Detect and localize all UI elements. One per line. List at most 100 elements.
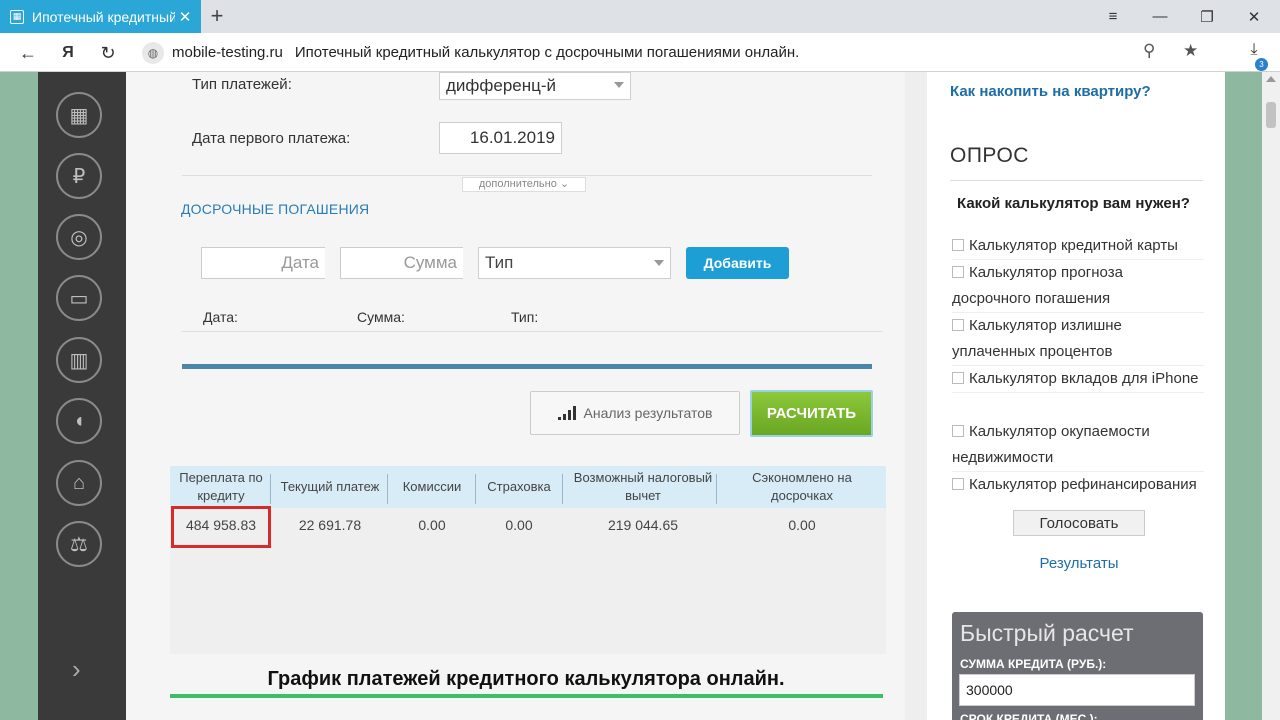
new-tab-icon[interactable]: + [206,3,228,29]
value-saved-early: 0.00 [788,517,816,533]
page-viewport: ▦ ₽ ◎ ▭ ▥ ◖ ⌂ ⚖ › Тип платежей: дифферен… [0,72,1280,720]
header-separator [387,474,388,504]
divider [950,180,1203,181]
extra-options-toggle[interactable]: дополнительно ⌄ [462,177,586,192]
poll-option-label: Калькулятор кредитной карты [969,237,1178,254]
loan-sum-label: СУММА КРЕДИТА (РУБ.): [960,657,1107,671]
icon-sidebar: ▦ ₽ ◎ ▭ ▥ ◖ ⌂ ⚖ › [38,72,126,720]
value-tax-deduction: 219 044.65 [607,517,679,533]
restore-icon[interactable]: ❐ [1184,0,1230,33]
poll-title: ОПРОС [950,144,1029,167]
checkbox[interactable] [952,319,964,331]
header-saved-early: Сэкономлено на досрочках [752,470,852,503]
checkbox[interactable] [952,239,964,251]
early-sum-input[interactable]: Сумма [340,247,463,279]
results-table: Переплата по кредиту Текущий платеж Коми… [170,466,886,654]
poll-option-label: Калькулятор рефинансирования [969,476,1197,493]
scales-icon[interactable]: ⚖ [56,521,102,567]
reload-icon[interactable]: ↻ [96,41,120,65]
back-icon[interactable]: ← [16,41,40,65]
coins-icon[interactable]: ◎ [56,214,102,260]
first-payment-label: Дата первого платежа: [192,130,351,147]
chevron-right-icon[interactable]: › [72,654,81,685]
bank-icon[interactable]: ⌂ [56,460,102,506]
results-header-row: Переплата по кредиту Текущий платеж Коми… [170,466,886,508]
page-margin-left [0,72,38,720]
header-separator [716,474,717,504]
tab-bar: ▦ Ипотечный кредитный ✕ + ≡ — ❐ ✕ [0,0,1280,33]
minimize-icon[interactable]: — [1137,0,1183,33]
chart-down-icon[interactable]: ▥ [56,337,102,383]
globe-icon: ◍ [142,41,164,64]
poll-option-label: Калькулятор прогноза досрочного погашени… [952,264,1123,307]
poll-results-link[interactable]: Результаты [927,555,1231,572]
chevron-down-icon [614,82,624,88]
poll-option[interactable]: Калькулятор кредитной карты [952,233,1204,260]
header-insurance: Страховка [487,479,551,494]
early-date-input[interactable]: Дата [201,247,325,279]
page-margin-right [1225,72,1262,720]
quick-calc-title: Быстрый расчет [960,620,1134,646]
calculator-icon[interactable]: ▦ [56,92,102,138]
downloads-icon[interactable]: ⤓ 3 [1240,41,1268,71]
ruble-hand-icon[interactable]: ₽ [56,153,102,199]
header-commissions: Комиссии [402,479,462,494]
scroll-up-icon[interactable] [1266,76,1276,82]
right-sidebar: Как накопить на квартиру? ОПРОС Какой ка… [927,72,1225,720]
checkbox[interactable] [952,478,964,490]
card-icon[interactable]: ▭ [56,275,102,321]
close-window-icon[interactable]: ✕ [1231,0,1277,33]
tab-title: Ипотечный кредитный [32,8,175,25]
vote-button[interactable]: Голосовать [1013,510,1145,536]
analysis-button[interactable]: Анализ результатов [530,391,740,435]
poll-option[interactable]: Калькулятор прогноза досрочного погашени… [952,260,1204,313]
first-payment-date-input[interactable]: 16.01.2019 [439,122,562,154]
poll-option-label: Калькулятор излишне уплаченных процентов [952,317,1122,360]
url-field[interactable]: ◍ mobile-testing.ru Ипотечный кредитный … [136,37,1214,68]
payment-type-select[interactable]: дифференц-й [439,72,631,100]
green-divider [170,694,883,698]
search-page-icon[interactable]: ⚲ [1143,41,1155,61]
scrollbar-thumb[interactable] [1266,102,1276,128]
chevron-down-icon [654,260,664,266]
yandex-icon[interactable]: Я [56,41,80,65]
value-current-payment: 22 691.78 [298,517,362,533]
col-date-header: Дата: [203,309,238,325]
analysis-button-label: Анализ результатов [583,405,713,421]
header-separator [562,474,563,504]
checkbox[interactable] [952,266,964,278]
payment-type-label: Тип платежей: [192,76,292,93]
url-domain: mobile-testing.ru [172,44,283,61]
save-for-apartment-link[interactable]: Как накопить на квартиру? [950,83,1151,100]
poll-option[interactable]: Калькулятор вкладов для iPhone [952,366,1204,393]
poll-option[interactable]: Калькулятор излишне уплаченных процентов [952,313,1204,366]
tab-active[interactable]: ▦ Ипотечный кредитный ✕ [0,0,201,33]
early-type-select[interactable]: Тип [478,247,671,279]
divider [182,331,882,332]
menu-icon[interactable]: ≡ [1090,0,1136,33]
address-bar: ← Я ↻ ◍ mobile-testing.ru Ипотечный кред… [0,33,1280,72]
col-type-header: Тип: [511,309,539,325]
loan-sum-input[interactable]: 300000 [959,674,1195,706]
bar-chart-icon [557,406,576,420]
header-overpayment: Переплата по кредиту [179,470,263,503]
poll-question: Какой калькулятор вам нужен? [957,195,1190,212]
value-insurance: 0.00 [505,517,533,533]
piggy-bank-icon[interactable]: ◖ [56,398,102,444]
divider [182,175,872,176]
calculator-favicon-icon: ▦ [10,9,24,24]
poll-option[interactable]: Калькулятор окупаемости недвижимости [952,419,1204,472]
scrollbar[interactable] [1262,72,1280,720]
main-content: Тип платежей: дифференц-й Дата первого п… [126,72,905,720]
quick-calc-panel: Быстрый расчет СУММА КРЕДИТА (РУБ.): 300… [952,612,1203,720]
early-type-value: Тип [485,253,514,272]
bookmark-star-icon[interactable]: ★ [1183,41,1198,61]
poll-option[interactable]: Калькулятор рефинансирования [952,472,1204,498]
tab-close-icon[interactable]: ✕ [175,8,195,26]
add-repayment-button[interactable]: Добавить [686,247,789,279]
calculate-button[interactable]: РАСЧИТАТЬ [750,390,873,437]
loan-term-label: СРОК КРЕДИТА (МЕС.): [960,712,1098,720]
checkbox[interactable] [952,372,964,384]
checkbox[interactable] [952,425,964,437]
downloads-badge: 3 [1255,58,1268,71]
